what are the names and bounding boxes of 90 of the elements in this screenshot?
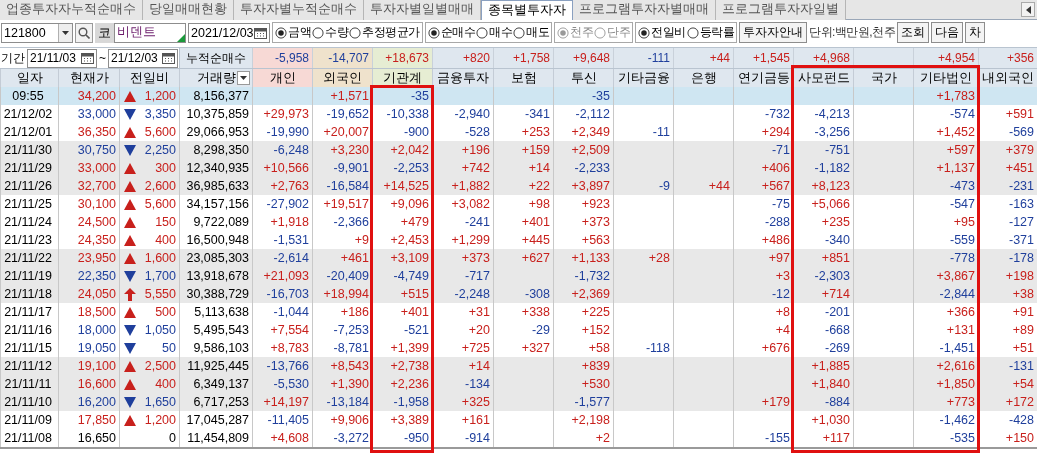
period-label: 기간: [0, 49, 26, 67]
table-cell: -950: [372, 429, 432, 447]
calendar-icon[interactable]: [81, 52, 94, 64]
table-cell: -155: [733, 429, 793, 447]
column-header: 연기금등: [733, 69, 793, 87]
calendar-icon[interactable]: [162, 52, 175, 64]
radio-icon: [557, 26, 569, 39]
total-cell: +44: [673, 48, 733, 68]
column-header: 현재가: [58, 69, 119, 87]
total-cell: +1,758: [493, 48, 553, 68]
radio-icon: [312, 26, 324, 39]
search-button[interactable]: [75, 22, 93, 43]
stock-name-field[interactable]: 비덴트: [114, 22, 186, 43]
end-date-field[interactable]: 21/12/03: [108, 48, 178, 68]
radio-option[interactable]: 전일비: [638, 24, 686, 41]
price-cell: 16,650: [58, 429, 119, 447]
date-cell: 21/11/08: [0, 429, 58, 447]
total-cell: +356: [978, 48, 1037, 68]
table-cell: +2: [553, 429, 613, 447]
radio-icon: [594, 26, 606, 39]
column-header: 내외국인: [978, 69, 1037, 87]
tab[interactable]: 투자자별누적순매수: [234, 0, 364, 20]
table-cell: +4,608: [252, 429, 312, 447]
toolbar-button[interactable]: 조회: [897, 22, 930, 43]
volume-cell: 11,454,809: [179, 429, 252, 447]
total-cell: +9,648: [553, 48, 613, 68]
investor-guide-button[interactable]: 투자자안내: [739, 22, 807, 43]
total-cell: -5,958: [252, 48, 312, 68]
column-header: 은행: [673, 69, 733, 87]
radio-option[interactable]: 수량: [312, 24, 348, 41]
toolbar-button[interactable]: 다음: [931, 22, 964, 43]
caret-icon: [240, 76, 247, 80]
column-header: 사모펀드: [793, 69, 853, 87]
tab[interactable]: 투자자별일별매매: [364, 0, 481, 20]
column-header: 금융투자: [432, 69, 493, 87]
radio-icon: [427, 26, 440, 39]
unit-label: 단위:백만원,천주: [809, 24, 896, 41]
radio-icon: [638, 26, 650, 39]
tab[interactable]: 프로그램투자자일별: [716, 0, 846, 20]
total-cell: +4,968: [793, 48, 853, 68]
tab[interactable]: 프로그램투자자별매매: [573, 0, 716, 20]
column-header: 외국인: [312, 69, 372, 87]
stock-code-field[interactable]: 121800: [1, 22, 73, 43]
total-cell: +820: [432, 48, 493, 68]
tab[interactable]: 종목별투자자: [481, 0, 573, 20]
start-date-field[interactable]: 21/11/03: [27, 48, 97, 68]
total-cell: +18,673: [372, 48, 432, 68]
market-label: 코: [95, 22, 114, 43]
radio-option[interactable]: 추정평균가: [349, 24, 420, 41]
column-header: 일자: [0, 69, 58, 87]
table-cell: -3,272: [312, 429, 372, 447]
scroll-left-button[interactable]: [1021, 2, 1035, 17]
total-cell: +4,954: [913, 48, 978, 68]
corner-triangle-icon: [177, 33, 185, 42]
table-cell: -535: [913, 429, 978, 447]
radio-option[interactable]: 매수: [476, 24, 512, 41]
date-field[interactable]: 2021/12/03: [188, 22, 270, 43]
total-cell: +1,545: [733, 48, 793, 68]
column-header: 거래량: [179, 69, 252, 87]
radio-icon: [476, 26, 488, 39]
radio-icon: [275, 26, 287, 39]
left-triangle-icon: [1025, 5, 1031, 14]
tab[interactable]: 업종투자자누적순매수: [0, 0, 143, 20]
search-icon: [78, 26, 90, 39]
column-header: 보험: [493, 69, 553, 87]
radio-icon: [686, 26, 699, 39]
column-header: 전일비: [119, 69, 179, 87]
column-header: 국가: [853, 69, 913, 87]
tab[interactable]: 당일매매현황: [143, 0, 234, 20]
toolbar-button[interactable]: 차: [965, 22, 986, 43]
calendar-icon[interactable]: [254, 26, 267, 39]
dropdown-button[interactable]: [237, 71, 250, 85]
table-cell: -914: [432, 429, 493, 447]
total-cell: -111: [613, 48, 673, 68]
range-separator: ~: [98, 51, 107, 65]
column-header: 기타금융: [613, 69, 673, 87]
radio-option[interactable]: 등락률: [686, 24, 734, 41]
table-cell: +117: [793, 429, 853, 447]
radio-option[interactable]: 금액: [275, 24, 311, 41]
change-cell: 0: [119, 429, 179, 447]
table-cell: +150: [978, 429, 1037, 447]
radio-icon: [513, 26, 525, 39]
column-header: 투신: [553, 69, 613, 87]
radio-option[interactable]: 매도: [513, 24, 549, 41]
column-header: 개인: [252, 69, 312, 87]
radio-option[interactable]: 순매수: [427, 24, 475, 41]
radio-icon: [349, 26, 361, 39]
total-cell: -14,707: [312, 48, 372, 68]
column-header: 기타법인: [913, 69, 978, 87]
caret-icon: [62, 30, 69, 35]
